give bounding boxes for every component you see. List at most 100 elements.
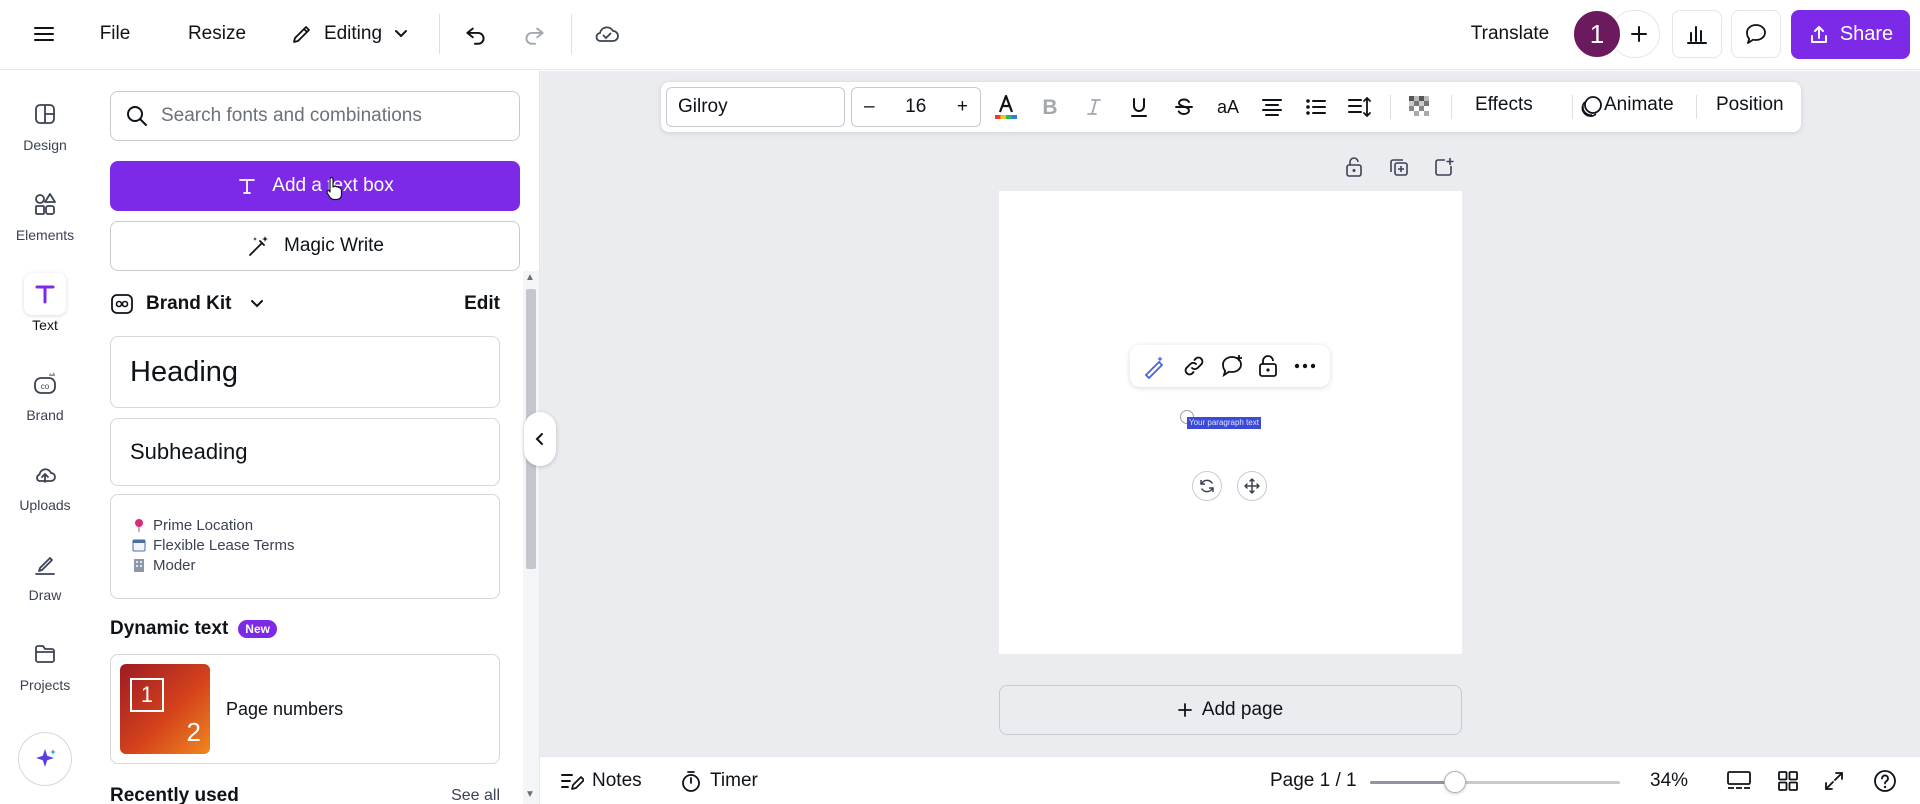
rail-label: Brand: [26, 407, 64, 423]
page-indicator[interactable]: Page 1 / 1: [1270, 768, 1357, 794]
pin-icon: [132, 518, 146, 532]
add-text-box-button[interactable]: Add a text box: [110, 161, 520, 211]
rotate-handle-icon[interactable]: [1192, 471, 1222, 501]
dynamic-text-header: Dynamic text New: [110, 618, 277, 640]
magic-edit-icon[interactable]: [1142, 353, 1168, 379]
recently-used-title: Recently used: [110, 785, 239, 804]
thumb-number-box: 1: [130, 678, 164, 712]
divider: [439, 14, 440, 54]
insights-button[interactable]: [1672, 10, 1722, 58]
duplicate-page-icon[interactable]: [1387, 155, 1411, 179]
add-comment-icon[interactable]: [1219, 353, 1245, 379]
divider: [1390, 95, 1391, 119]
italic-icon[interactable]: [1076, 89, 1112, 125]
sparkle-icon: [31, 745, 59, 773]
resize-button[interactable]: Resize: [180, 12, 254, 56]
file-menu[interactable]: File: [88, 12, 142, 56]
body-line-text: Prime Location: [153, 516, 254, 534]
lock-page-icon[interactable]: [1342, 155, 1366, 179]
brand-kit-icon: [110, 292, 134, 316]
collapse-panel-button[interactable]: [524, 412, 556, 466]
share-button[interactable]: Share: [1791, 10, 1910, 59]
rail-item-projects[interactable]: Projects: [0, 621, 90, 701]
selected-text-element[interactable]: Your paragraph text: [1187, 417, 1261, 429]
comments-button[interactable]: [1731, 10, 1781, 58]
strikethrough-icon[interactable]: [1166, 89, 1202, 125]
scroll-up-arrow-icon[interactable]: ▲: [525, 272, 535, 283]
line-spacing-icon[interactable]: [1342, 89, 1378, 125]
text-icon: [236, 175, 258, 197]
rail-item-elements[interactable]: Elements: [0, 171, 90, 251]
svg-text:aA: aA: [1217, 97, 1239, 117]
translate-button[interactable]: Translate: [1455, 12, 1565, 56]
cloud-saved-icon[interactable]: [589, 12, 625, 56]
help-icon[interactable]: [1873, 768, 1897, 794]
increase-font-size-button[interactable]: +: [957, 96, 968, 118]
text-color-icon[interactable]: [988, 89, 1024, 125]
bold-icon[interactable]: B: [1032, 89, 1068, 125]
fullscreen-icon[interactable]: [1823, 768, 1845, 794]
add-page-icon[interactable]: [1432, 155, 1456, 179]
chevron-down-icon[interactable]: [248, 295, 266, 313]
undo-icon[interactable]: [458, 12, 494, 56]
align-center-icon[interactable]: [1254, 89, 1290, 125]
magic-assistant-button[interactable]: [18, 732, 72, 786]
zoom-slider[interactable]: [1370, 771, 1620, 793]
position-button[interactable]: Position: [1716, 94, 1784, 116]
page-numbers-card[interactable]: 1 2 Page numbers: [110, 654, 500, 764]
brand-kit-edit-link[interactable]: Edit: [464, 293, 500, 315]
zoom-slider-handle[interactable]: [1444, 771, 1466, 793]
redo-icon[interactable]: [516, 12, 552, 56]
transparency-icon[interactable]: [1402, 89, 1438, 125]
projects-icon: [24, 633, 66, 675]
zoom-percentage[interactable]: 34%: [1650, 768, 1688, 794]
editing-mode-dropdown[interactable]: Editing: [282, 12, 418, 56]
body-text-style-card[interactable]: Prime Location Flexible Lease Terms Mode…: [110, 494, 500, 599]
underline-icon[interactable]: [1121, 89, 1157, 125]
menu-icon[interactable]: [24, 12, 64, 56]
bulleted-list-icon[interactable]: [1298, 89, 1334, 125]
top-bar: File Resize Editing Translate 1 Share: [0, 0, 1920, 70]
rail-label: Text: [32, 317, 58, 333]
share-label: Share: [1839, 23, 1894, 45]
brand-icon: co: [24, 363, 66, 405]
uploads-icon: [24, 453, 66, 495]
letter-case-icon[interactable]: aA: [1210, 89, 1246, 125]
scroll-down-arrow-icon[interactable]: ▼: [525, 789, 535, 800]
font-size-value[interactable]: 16: [905, 96, 926, 118]
heading-style-card[interactable]: Heading: [110, 336, 500, 408]
font-size-stepper[interactable]: – 16 +: [851, 87, 981, 127]
subheading-style-card[interactable]: Subheading: [110, 418, 500, 486]
elements-icon: [24, 183, 66, 225]
move-handle-icon[interactable]: [1237, 471, 1267, 501]
magic-write-button[interactable]: Magic Write: [110, 221, 520, 271]
rail-item-uploads[interactable]: Uploads: [0, 441, 90, 521]
rail-item-draw[interactable]: Draw: [0, 531, 90, 611]
lock-icon[interactable]: [1257, 354, 1279, 378]
effects-button[interactable]: Effects: [1475, 94, 1533, 116]
notes-button[interactable]: Notes: [560, 768, 642, 794]
decrease-font-size-button[interactable]: –: [864, 96, 875, 118]
draw-icon: [24, 543, 66, 585]
comment-icon: [1743, 21, 1769, 47]
add-page-button[interactable]: Add page: [999, 685, 1462, 735]
font-search-box[interactable]: [110, 91, 520, 141]
timer-label: Timer: [710, 770, 758, 791]
rail-item-text[interactable]: Text: [0, 261, 90, 341]
avatar[interactable]: 1: [1572, 9, 1622, 59]
rail-item-design[interactable]: Design: [0, 81, 90, 161]
page-numbers-thumbnail: 1 2: [120, 664, 210, 754]
office-building-icon: [132, 558, 146, 572]
rail-item-brand[interactable]: co Brand: [0, 351, 90, 431]
animate-button[interactable]: Animate: [1604, 94, 1674, 116]
link-icon[interactable]: [1181, 353, 1207, 379]
search-input[interactable]: [161, 105, 481, 127]
grid-view-icon[interactable]: [1777, 768, 1799, 794]
more-options-icon[interactable]: [1292, 353, 1318, 379]
pages-view-icon[interactable]: [1726, 768, 1752, 794]
chevron-left-icon: [533, 432, 547, 446]
plus-icon: [1177, 703, 1192, 717]
font-family-dropdown[interactable]: Gilroy: [666, 87, 845, 127]
timer-button[interactable]: Timer: [680, 768, 758, 794]
see-all-link[interactable]: See all: [451, 787, 500, 804]
